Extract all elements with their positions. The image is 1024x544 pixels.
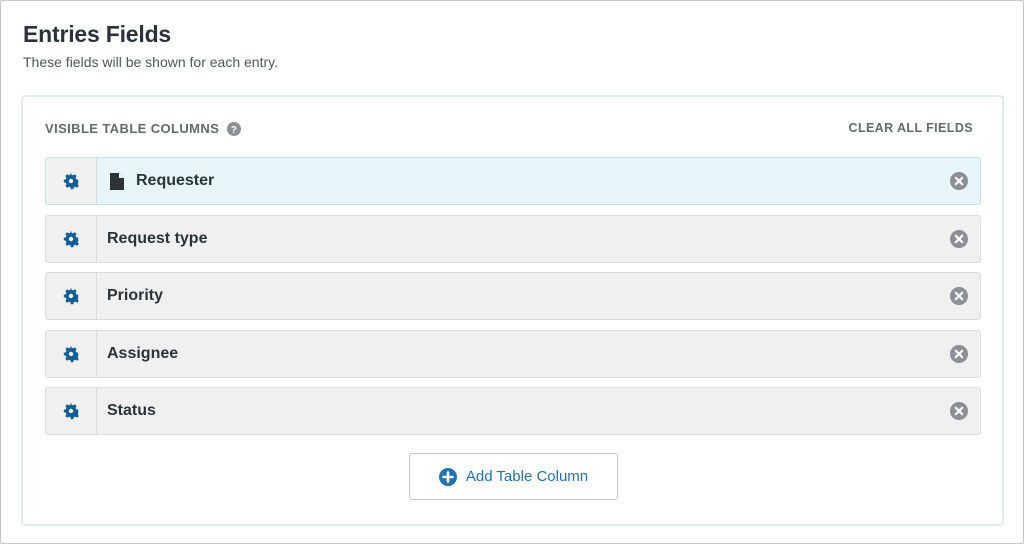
remove-column-icon[interactable] [950, 172, 968, 190]
section-label: VISIBLE TABLE COLUMNS [45, 121, 220, 136]
column-label-cell: Requester [97, 158, 980, 204]
column-label: Request type [107, 229, 208, 247]
plus-circle-icon [438, 467, 457, 486]
window-frame: Entries Fields These fields will be show… [0, 0, 1024, 544]
column-list: Requester Request type Priority Assignee… [45, 157, 981, 445]
column-label: Priority [107, 287, 164, 304]
add-table-column-button[interactable]: Add Table Column [409, 453, 618, 500]
remove-column-icon[interactable] [950, 287, 968, 305]
column-settings-button[interactable] [46, 215, 97, 262]
page-subtitle: These fields will be shown for each entr… [23, 54, 278, 70]
svg-text:?: ? [231, 125, 238, 136]
section-header: VISIBLE TABLE COLUMNS ? [45, 121, 242, 136]
column-row-assignee[interactable]: Assignee [45, 329, 981, 378]
remove-column-icon[interactable] [950, 344, 968, 363]
page-title: Entries Fields [23, 21, 172, 47]
gear-icon [63, 345, 79, 362]
gear-icon [63, 172, 79, 190]
column-label: Requester [136, 172, 215, 189]
column-settings-button[interactable] [46, 158, 97, 204]
column-row-requester[interactable]: Requester [45, 157, 981, 205]
column-settings-button[interactable] [46, 273, 97, 319]
document-icon [110, 172, 124, 190]
gear-icon [63, 287, 79, 305]
column-row-request-type[interactable]: Request type [45, 214, 981, 263]
visible-columns-panel: VISIBLE TABLE COLUMNS ? CLEAR ALL FIELDS [21, 95, 1004, 526]
column-settings-button[interactable] [46, 330, 97, 377]
column-label-cell: Priority [97, 273, 980, 319]
help-icon[interactable]: ? [227, 121, 242, 136]
column-label-cell: Request type [97, 216, 980, 262]
column-label-cell: Assignee [97, 331, 980, 377]
remove-column-icon[interactable] [950, 229, 968, 248]
add-table-column-label: Add Table Column [465, 468, 589, 485]
column-label: Assignee [107, 344, 179, 362]
clear-all-fields-button[interactable]: CLEAR ALL FIELDS [849, 121, 973, 135]
gear-icon [63, 230, 79, 247]
remove-column-icon[interactable] [950, 402, 968, 420]
column-settings-button[interactable] [46, 388, 97, 434]
column-label: Status [107, 402, 156, 419]
column-label-cell: Status [97, 388, 980, 434]
gear-icon [63, 402, 79, 420]
column-row-priority[interactable]: Priority [45, 272, 981, 320]
column-row-status[interactable]: Status [45, 387, 981, 435]
